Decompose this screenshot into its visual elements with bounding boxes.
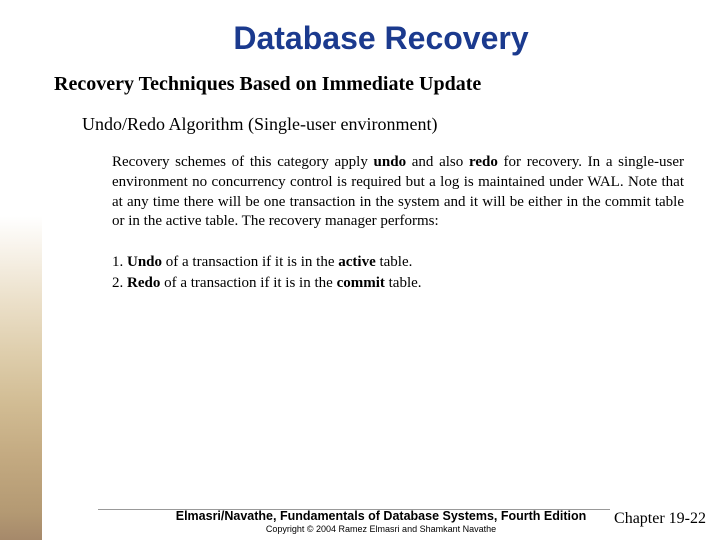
list-key: active	[338, 254, 375, 270]
list-number: 1.	[112, 254, 123, 270]
text: table.	[385, 275, 422, 291]
text: of a transaction if it is in the	[162, 254, 338, 270]
text: table.	[376, 254, 413, 270]
list-label: Redo	[127, 275, 160, 291]
decorative-left-band	[0, 0, 42, 540]
subsection-heading: Undo/Redo Algorithm (Single-user environ…	[82, 114, 700, 135]
list-label: Undo	[127, 254, 162, 270]
text: Recovery schemes of this category apply	[112, 154, 374, 170]
slide-content: Database Recovery Recovery Techniques Ba…	[42, 0, 720, 540]
body-paragraph: Recovery schemes of this category apply …	[112, 153, 684, 232]
list-key: commit	[337, 275, 385, 291]
text: and also	[406, 154, 469, 170]
list-number: 2.	[112, 275, 123, 291]
emphasis-redo: redo	[469, 154, 498, 170]
text: of a transaction if it is in the	[160, 275, 336, 291]
list-item: 1. Undo of a transaction if it is in the…	[112, 252, 684, 273]
page-number: Chapter 19-22	[614, 510, 706, 528]
slide-title: Database Recovery	[42, 20, 720, 57]
section-heading: Recovery Techniques Based on Immediate U…	[54, 73, 700, 96]
numbered-list: 1. Undo of a transaction if it is in the…	[112, 252, 684, 294]
list-item: 2. Redo of a transaction if it is in the…	[112, 273, 684, 294]
emphasis-undo: undo	[374, 154, 407, 170]
